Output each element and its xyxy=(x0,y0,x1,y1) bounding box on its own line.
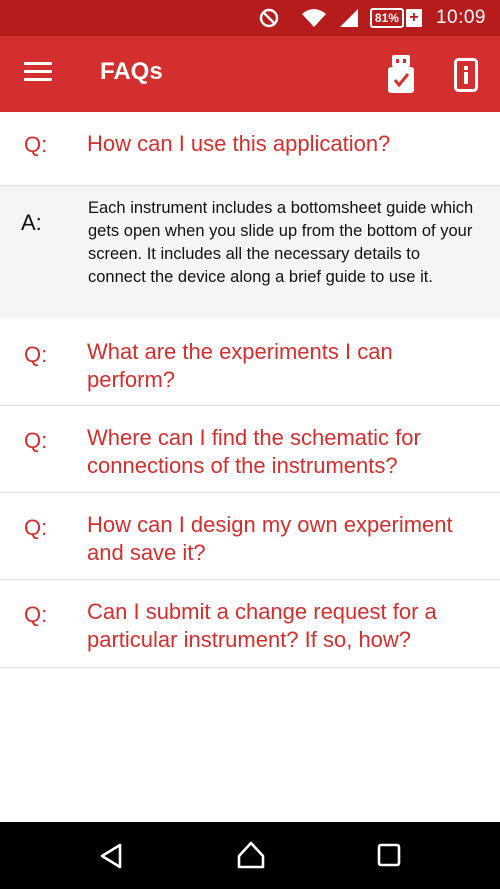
faq-answer-panel: A: Each instrument includes a bottomshee… xyxy=(0,186,500,318)
device-info-icon[interactable] xyxy=(454,58,478,92)
faq-question-row[interactable]: Q: How can I use this application? xyxy=(0,112,500,186)
recents-icon[interactable] xyxy=(377,843,401,872)
status-clock: 10:09 xyxy=(435,7,486,28)
question-text: How can I design my own experiment and s… xyxy=(87,512,453,565)
faq-list: Q: How can I use this application? A: Ea… xyxy=(0,112,500,668)
do-not-disturb-icon xyxy=(258,7,280,29)
faq-question-row[interactable]: Q: How can I design my own experiment an… xyxy=(0,493,500,580)
battery-percent: 81% xyxy=(369,8,404,28)
home-icon[interactable] xyxy=(236,840,266,875)
page-title: FAQs xyxy=(100,58,163,85)
signal-icon xyxy=(338,7,360,29)
question-label: Q: xyxy=(24,342,48,367)
menu-icon[interactable] xyxy=(24,62,52,86)
question-label: Q: xyxy=(24,132,48,157)
app-bar: FAQs xyxy=(0,36,500,112)
question-label: Q: xyxy=(24,515,48,540)
question-text: What are the experiments I can perform? xyxy=(87,339,393,392)
faq-question-row[interactable]: Q: Where can I find the schematic for co… xyxy=(0,406,500,493)
question-text: Where can I find the schematic for conne… xyxy=(87,425,421,478)
answer-label: A: xyxy=(21,210,42,235)
system-nav-bar xyxy=(0,822,500,889)
wifi-icon xyxy=(300,7,328,29)
question-label: Q: xyxy=(24,602,48,627)
battery-indicator: 81% + xyxy=(369,8,422,28)
faq-question-row[interactable]: Q: What are the experiments I can perfor… xyxy=(0,318,500,406)
question-text: How can I use this application? xyxy=(87,131,391,156)
faq-question-row[interactable]: Q: Can I submit a change request for a p… xyxy=(0,580,500,668)
question-text: Can I submit a change request for a part… xyxy=(87,599,437,652)
status-bar: 81% + 10:09 xyxy=(0,0,500,36)
back-icon[interactable] xyxy=(98,842,124,875)
charging-plus-icon: + xyxy=(405,9,422,27)
question-label: Q: xyxy=(24,428,48,453)
usb-check-icon[interactable] xyxy=(386,54,416,94)
answer-text: Each instrument includes a bottomsheet g… xyxy=(88,199,474,286)
faq-screen: 81% + 10:09 FAQs Q: How can I use this a… xyxy=(0,0,500,889)
